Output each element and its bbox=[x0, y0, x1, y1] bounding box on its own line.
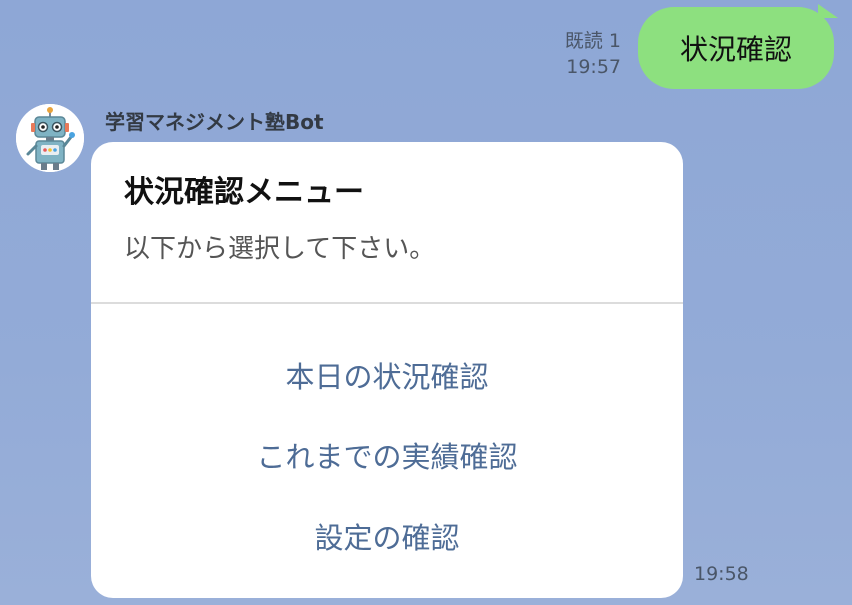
outgoing-meta: 既読 1 19:57 bbox=[565, 28, 621, 80]
card-title: 状況確認メニュー bbox=[124, 175, 364, 210]
action-past-results[interactable]: これまでの実績確認 bbox=[91, 434, 683, 476]
read-receipt: 既読 1 bbox=[564, 30, 621, 52]
menu-card: 状況確認メニュー 以下から選択して下さい。 本日の状況確認 これまでの実績確認 … bbox=[91, 142, 683, 598]
outgoing-message-bubble[interactable]: 状況確認 bbox=[638, 7, 834, 89]
chat-area: 既読 1 19:57 状況確認 学習マネジメント塾Bot 状況確認メニュー 以下… bbox=[0, 0, 852, 605]
card-divider bbox=[91, 302, 683, 304]
incoming-timestamp: 19:58 bbox=[694, 563, 749, 585]
sender-name: 学習マネジメント塾Bot bbox=[105, 110, 324, 134]
action-settings-check[interactable]: 設定の確認 bbox=[91, 515, 683, 557]
outgoing-message-text: 状況確認 bbox=[679, 33, 792, 66]
action-today-status[interactable]: 本日の状況確認 bbox=[91, 354, 683, 396]
robot-avatar-icon[interactable] bbox=[16, 104, 84, 172]
outgoing-timestamp: 19:57 bbox=[566, 56, 621, 78]
card-description: 以下から選択して下さい。 bbox=[124, 234, 436, 264]
